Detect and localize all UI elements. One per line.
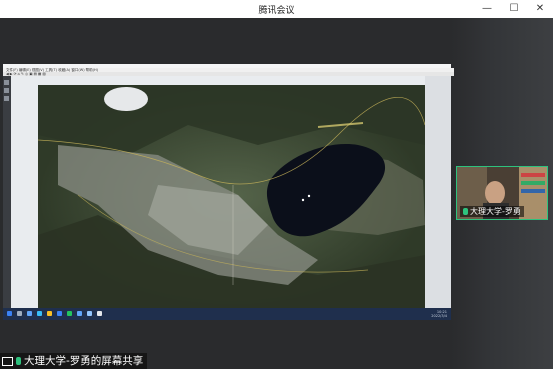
taskbar-clock: 10:21 2022/3/4: [431, 310, 447, 318]
shared-right-panel: [425, 76, 451, 308]
taskbar-app-icon: [47, 311, 52, 316]
screen-share-label: 大理大学-罗勇的屏幕共享: [0, 353, 148, 369]
shared-taskbar: 10:21 2022/3/4: [3, 308, 451, 320]
satellite-map-image: [38, 85, 425, 308]
screen-share-text: 大理大学-罗勇的屏幕共享: [24, 355, 144, 367]
panel-icon: [4, 88, 9, 93]
start-icon: [7, 311, 12, 316]
microphone-icon: [463, 208, 468, 215]
shared-toolbar: ◀ ▶ ⟳ ⌂ ✎ ◎ ▣ ▤ ▦ ▧: [3, 72, 454, 76]
taskbar-app-icon: [77, 311, 82, 316]
participant-name: 大理大学-罗勇: [470, 207, 521, 216]
screen-share-icon: [2, 356, 13, 366]
window-title: 腾讯会议: [258, 6, 295, 16]
taskbar-date: 2022/3/4: [431, 314, 447, 318]
taskbar-app-icon: [37, 311, 42, 316]
close-icon[interactable]: ✕: [531, 1, 549, 17]
taskbar-app-icon: [67, 311, 72, 316]
title-bar: 腾讯会议 — ☐ ✕: [0, 0, 553, 18]
satellite-map: [38, 85, 425, 308]
panel-icon: [4, 96, 9, 101]
maximize-icon[interactable]: ☐: [505, 1, 523, 17]
taskbar-app-icon: [97, 311, 102, 316]
taskbar-app-icon: [87, 311, 92, 316]
participant-video-tile[interactable]: 大理大学-罗勇: [456, 166, 548, 220]
taskbar-app-icon: [27, 311, 32, 316]
shared-left-panel: [3, 76, 11, 308]
taskbar-app-icon: [57, 311, 62, 316]
taskbar-app-icon: [17, 311, 22, 316]
microphone-icon: [16, 357, 21, 365]
participant-name-tag: 大理大学-罗勇: [460, 206, 524, 217]
panel-icon: [4, 80, 9, 85]
minimize-icon[interactable]: —: [478, 1, 496, 17]
shared-screen: 文件(F) 编辑(E) 视图(V) 工具(T) 收藏(A) 窗口(W) 帮助(H…: [3, 64, 454, 320]
